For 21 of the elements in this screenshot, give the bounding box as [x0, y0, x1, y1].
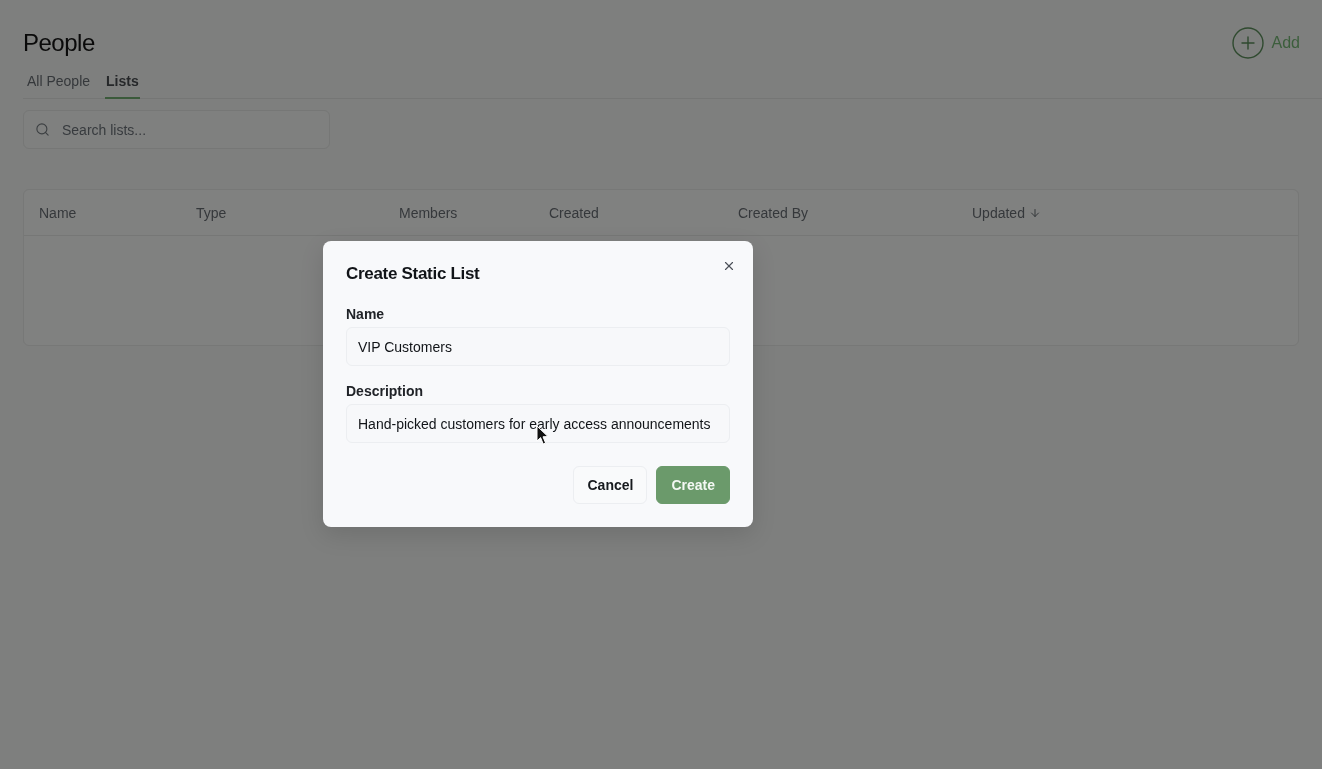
cancel-button[interactable]: Cancel	[573, 466, 648, 504]
tab[interactable]: All People	[26, 73, 92, 99]
search-icon	[35, 122, 50, 137]
field-label: Name	[346, 306, 385, 323]
text-input[interactable]: VIP Customers	[346, 327, 730, 366]
page-title: People	[23, 28, 95, 57]
column-header[interactable]: Created	[549, 204, 599, 221]
text-input[interactable]: Hand-picked customers for early access announcements	[346, 404, 730, 443]
search-field[interactable]: Search lists...	[23, 110, 330, 149]
field-label: Description	[346, 383, 423, 400]
dialog-title: Create Static List	[346, 264, 480, 284]
add-button[interactable]: Add	[1231, 26, 1300, 59]
column-header[interactable]: Updated	[972, 204, 1025, 221]
close-icon	[722, 259, 736, 273]
column-header[interactable]: Name	[39, 204, 77, 221]
create-button[interactable]: Create	[656, 466, 730, 504]
column-header[interactable]: Members	[399, 204, 458, 221]
tab[interactable]: Lists	[105, 73, 140, 99]
plus-circle-icon	[1231, 26, 1264, 59]
column-header[interactable]: Type	[196, 204, 227, 221]
column-header[interactable]: Created By	[738, 204, 809, 221]
